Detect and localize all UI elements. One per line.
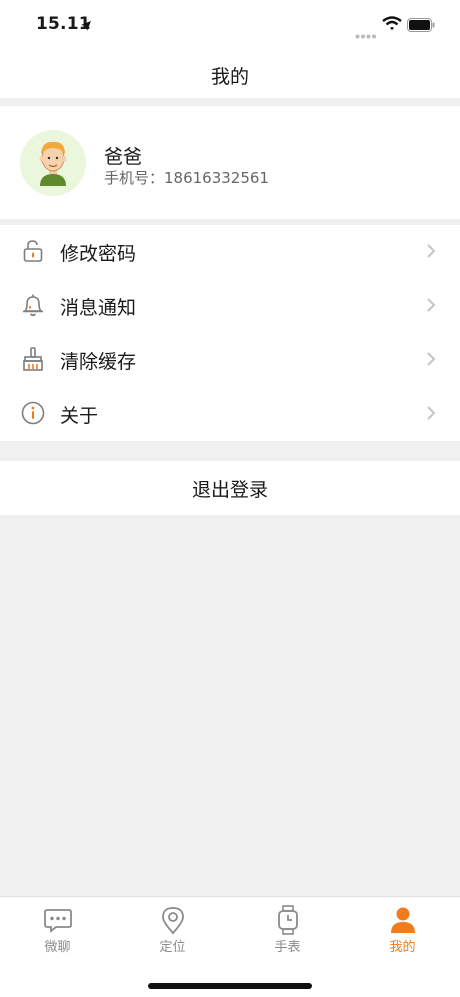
chevron-right-icon: [426, 351, 436, 371]
person-icon: [388, 905, 418, 935]
menu-item-clear-cache[interactable]: 清除缓存: [0, 333, 460, 387]
avatar[interactable]: [20, 130, 86, 196]
nav-bar: 我的: [0, 50, 460, 98]
menu-item-label: 关于: [60, 405, 99, 427]
chevron-right-icon: [426, 243, 436, 263]
menu-item-label: 清除缓存: [60, 351, 137, 373]
profile-name: 爸爸: [104, 146, 143, 168]
chevron-right-icon: [426, 405, 436, 425]
status-bar: 15.11: [0, 0, 460, 50]
avatar-person-icon: [39, 141, 67, 186]
home-indicator: [148, 983, 312, 989]
watch-icon: [273, 905, 303, 935]
menu-item-about[interactable]: 关于: [0, 387, 460, 441]
broom-icon: [20, 346, 46, 372]
tab-label: 微聊: [44, 940, 71, 955]
tab-bar: 微聊 定位 手表 我的: [0, 896, 460, 997]
logout-label: 退出登录: [191, 479, 268, 501]
signal-dots-icon: [355, 24, 377, 43]
battery-icon: [407, 17, 435, 36]
menu-item-label: 修改密码: [60, 243, 137, 265]
tab-label: 定位: [159, 940, 186, 955]
info-icon: [20, 400, 46, 426]
wifi-icon: [382, 16, 402, 35]
menu-item-notifications[interactable]: 消息通知: [0, 279, 460, 333]
location-icon: [158, 905, 188, 935]
logout-button[interactable]: 退出登录: [0, 461, 460, 515]
tab-location[interactable]: 定位: [115, 897, 230, 967]
location-arrow-icon: [80, 17, 92, 36]
tab-chat[interactable]: 微聊: [0, 897, 115, 967]
profile-phone: 手机号：18616332561: [104, 169, 269, 187]
tab-mine[interactable]: 我的: [345, 897, 460, 967]
menu-item-change-password[interactable]: 修改密码: [0, 225, 460, 279]
chevron-right-icon: [426, 297, 436, 317]
settings-menu: 修改密码 消息通知 清除缓存 关于: [0, 225, 460, 441]
tab-label: 我的: [389, 940, 416, 955]
profile-card[interactable]: 爸爸 手机号：18616332561: [0, 106, 460, 219]
chat-icon: [43, 905, 73, 935]
menu-item-label: 消息通知: [60, 297, 137, 319]
tab-label: 手表: [274, 940, 301, 955]
bell-icon: [20, 292, 46, 318]
tab-watch[interactable]: 手表: [230, 897, 345, 967]
page-title: 我的: [210, 66, 249, 88]
lock-icon: [20, 238, 46, 264]
